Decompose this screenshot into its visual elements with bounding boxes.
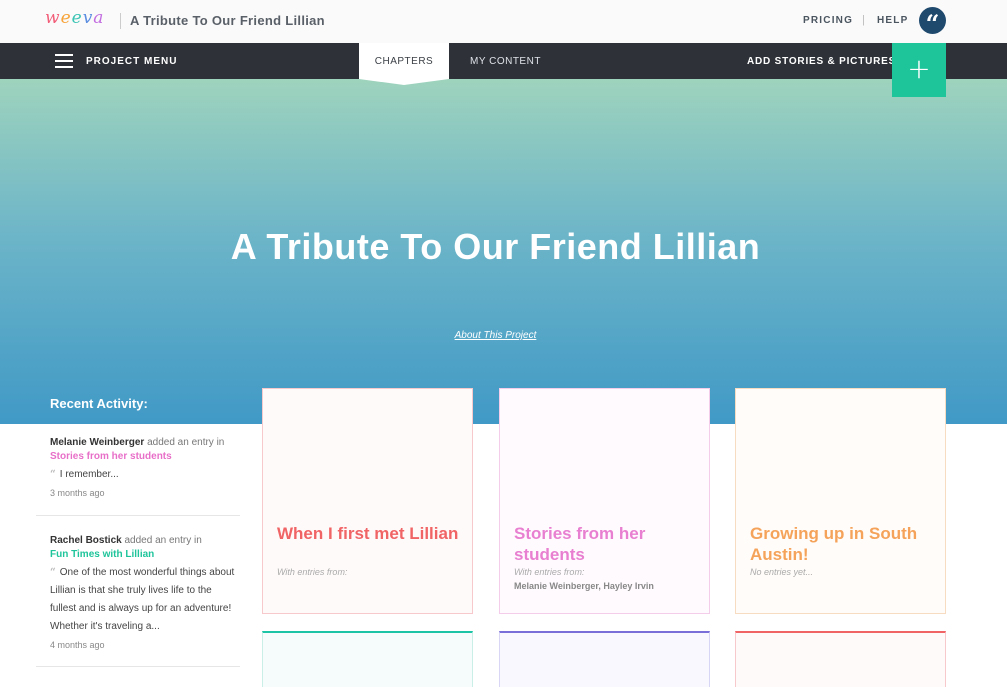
project-menu-button[interactable]: PROJECT MENU: [86, 56, 177, 67]
add-stories-button[interactable]: ADD STORIES & PICTURES: [747, 56, 896, 67]
about-project-link[interactable]: About This Project: [0, 330, 991, 341]
chapter-card[interactable]: [735, 631, 946, 687]
activity-author[interactable]: Melanie Weinberger: [50, 437, 144, 448]
activity-action: added an entry in: [124, 535, 202, 546]
help-link[interactable]: HELP: [877, 15, 908, 26]
logo-letter: e: [60, 8, 72, 28]
tab-my-content[interactable]: MY CONTENT: [470, 56, 541, 67]
hamburger-icon[interactable]: [55, 54, 73, 68]
tab-chapters-label: CHAPTERS: [374, 56, 434, 67]
chapter-entries-label: With entries from:: [277, 567, 348, 577]
activity-chapter-link[interactable]: Fun Times with Lillian: [50, 548, 240, 562]
activity-action: added an entry in: [147, 437, 225, 448]
chapter-title: Stories from her students: [514, 524, 646, 564]
quote-icon[interactable]: “: [919, 7, 946, 38]
top-bar: weeva A Tribute To Our Friend Lillian PR…: [0, 0, 1007, 43]
activity-excerpt-text: I remember...: [59, 469, 119, 480]
nav-bar: PROJECT MENU MY CONTENT ADD STORIES & PI…: [0, 43, 1007, 79]
weeva-logo[interactable]: weeva: [45, 8, 104, 28]
logo-letter: w: [45, 8, 61, 28]
hero-banner: A Tribute To Our Friend Lillian About Th…: [0, 79, 1007, 424]
activity-excerpt[interactable]: “I remember...: [50, 466, 240, 484]
pricing-link[interactable]: PRICING: [803, 15, 853, 26]
hero-title: A Tribute To Our Friend Lillian: [230, 226, 761, 267]
recent-activity-heading: Recent Activity:: [50, 396, 148, 411]
activity-author[interactable]: Rachel Bostick: [50, 535, 122, 546]
chapter-card[interactable]: When I first met Lillian With entries fr…: [262, 388, 473, 614]
chapter-card[interactable]: Stories from her students With entries f…: [499, 388, 710, 614]
activity-excerpt[interactable]: “One of the most wonderful things about …: [50, 564, 240, 636]
chapter-entries-label: No entries yet...: [750, 567, 814, 577]
add-plus-icon[interactable]: +: [892, 43, 946, 97]
logo-letter: a: [93, 8, 105, 28]
chapter-card[interactable]: [262, 631, 473, 687]
activity-chapter-link[interactable]: Stories from her students: [50, 450, 240, 464]
chapter-title: Growing up in South Austin!: [750, 524, 918, 564]
chapter-entries-label: With entries from:: [514, 567, 585, 577]
quote-icon: “: [50, 567, 56, 578]
activity-excerpt-text: One of the most wonderful things about L…: [50, 567, 235, 632]
activity-timestamp: 3 months ago: [50, 488, 105, 498]
chapter-contributors: Melanie Weinberger, Hayley Irvin: [514, 581, 654, 591]
tab-active-pointer: [359, 79, 449, 85]
activity-timestamp: 4 months ago: [50, 640, 105, 650]
logo-letter: v: [82, 8, 94, 28]
activity-divider: [36, 515, 240, 516]
activity-divider: [36, 666, 240, 667]
chapter-card[interactable]: Growing up in South Austin! No entries y…: [735, 388, 946, 614]
logo-letter: e: [71, 8, 83, 28]
logo-divider: [120, 13, 121, 29]
activity-item: Melanie Weinberger added an entry in Sto…: [36, 436, 240, 500]
chapter-card[interactable]: [499, 631, 710, 687]
project-title: A Tribute To Our Friend Lillian: [130, 13, 325, 28]
tab-chapters[interactable]: CHAPTERS: [359, 43, 449, 79]
header-separator: |: [862, 14, 865, 26]
chapter-title: When I first met Lillian: [277, 524, 459, 543]
activity-item: Rachel Bostick added an entry in Fun Tim…: [36, 534, 240, 652]
quote-icon: “: [50, 469, 56, 480]
